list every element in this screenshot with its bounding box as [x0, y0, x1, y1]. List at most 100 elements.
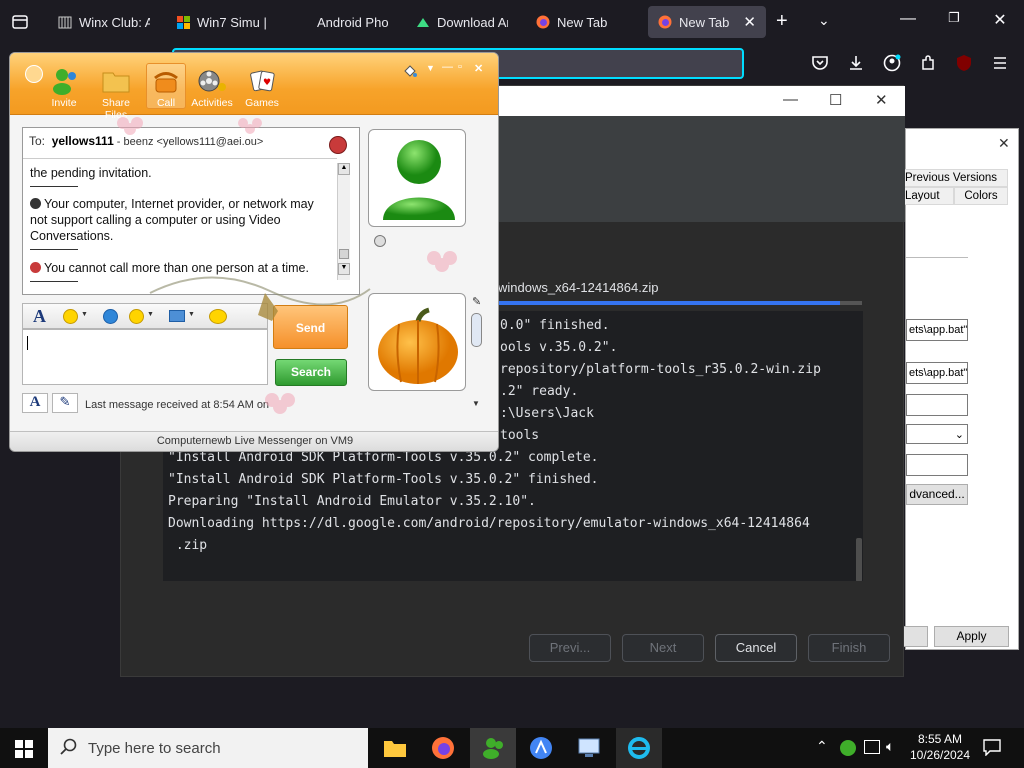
taskbar-file-explorer[interactable] — [372, 728, 418, 768]
conversation-scrollbar[interactable]: ▲ ▼ — [337, 163, 350, 280]
scroll-up-icon[interactable]: ▲ — [338, 163, 350, 175]
webcam-icon[interactable] — [471, 313, 482, 347]
games-button[interactable]: ♥ Games — [238, 67, 286, 109]
film-reel-icon — [197, 67, 227, 95]
taskbar-search-box[interactable]: Type here to search — [48, 728, 368, 768]
menu-hamburger-icon[interactable] — [990, 54, 1010, 74]
tab-previous-versions[interactable]: Previous Versions — [900, 169, 1008, 187]
button-label: Send — [295, 321, 326, 335]
ublock-origin-icon[interactable] — [954, 54, 974, 74]
chevron-up-icon[interactable]: ⌃ — [816, 738, 828, 755]
call-button[interactable]: Call — [146, 63, 186, 109]
message-input[interactable] — [22, 329, 268, 385]
pocket-icon[interactable] — [810, 54, 830, 74]
firefox-icon — [432, 737, 454, 759]
font-style-icon[interactable]: A — [22, 393, 48, 413]
tab-layout[interactable]: Layout — [900, 187, 954, 205]
search-button[interactable]: Search — [275, 359, 347, 386]
console-line: ools v.35.0.2". — [500, 340, 618, 355]
nudge-icon[interactable] — [209, 309, 227, 324]
minimize-icon[interactable]: — — [442, 61, 453, 73]
taskbar-remote-desktop[interactable] — [566, 728, 612, 768]
contact-status-icon[interactable] — [374, 235, 386, 247]
restore-icon[interactable]: ❐ — [942, 10, 966, 26]
paint-bucket-icon[interactable] — [402, 63, 418, 79]
windows-start-icon[interactable] — [15, 740, 33, 758]
tab-overflow-chevron-icon[interactable]: ⌄ — [818, 12, 830, 29]
wink-icon[interactable] — [129, 309, 144, 324]
minimize-icon[interactable]: — — [896, 10, 920, 28]
close-tab-icon[interactable]: ✕ — [743, 13, 756, 31]
tab-colors[interactable]: Colors — [954, 187, 1008, 205]
downloads-icon[interactable] — [846, 54, 866, 74]
tab-new-tab[interactable]: New Tab — [526, 6, 638, 38]
start-in-field[interactable]: ets\app.bat" — [906, 362, 968, 384]
cancel-button[interactable]: Cancel — [715, 634, 797, 662]
share-files-button[interactable]: Share Files — [92, 67, 140, 121]
finish-button[interactable]: Finish — [808, 634, 890, 662]
network-icon[interactable] — [864, 740, 880, 754]
taskbar-clock[interactable]: 8:55 AM 10/26/2024 — [908, 731, 972, 763]
tab-label: Previous Versions — [905, 172, 998, 184]
tab-android-phone[interactable]: Android Phone — [286, 6, 398, 38]
tab-new-tab-active[interactable]: New Tab ✕ — [648, 6, 766, 38]
volume-icon[interactable]: 🔈︎ — [886, 738, 894, 755]
scroll-thumb[interactable] — [339, 249, 349, 259]
background-icon[interactable] — [169, 310, 185, 322]
menu-chevron-icon[interactable]: ▼ — [426, 63, 435, 73]
tab-winx[interactable]: Winx Club: Av — [48, 6, 160, 38]
close-icon[interactable]: ✕ — [875, 91, 888, 109]
new-tab-plus-icon[interactable]: + — [776, 10, 788, 33]
taskbar-messenger[interactable] — [470, 728, 516, 768]
chevron-down-icon[interactable]: ▼ — [147, 311, 154, 318]
comment-field[interactable] — [906, 454, 968, 476]
block-contact-icon[interactable] — [329, 136, 347, 154]
close-icon[interactable]: ✕ — [474, 62, 483, 75]
button-label: Finish — [831, 640, 867, 655]
chevron-down-icon[interactable]: ▼ — [188, 311, 195, 318]
cancel-button-partial[interactable] — [902, 626, 928, 647]
emoticon-icon[interactable] — [63, 309, 78, 324]
taskbar-android-studio[interactable] — [518, 728, 564, 768]
contact-avatar[interactable] — [368, 129, 466, 227]
chevron-down-icon[interactable]: ▼ — [472, 399, 480, 408]
messenger-tray-icon[interactable] — [840, 740, 856, 756]
extensions-icon[interactable] — [918, 54, 938, 74]
maximize-icon[interactable]: ☐ — [829, 91, 842, 109]
edit-pencil-icon[interactable]: ✎ — [472, 295, 481, 308]
tab-download-android[interactable]: Download And — [406, 6, 518, 38]
tab-list-icon[interactable] — [10, 12, 30, 32]
font-icon[interactable]: A — [33, 306, 46, 327]
activities-button[interactable]: Activities — [188, 67, 236, 109]
notifications-icon[interactable] — [982, 738, 1002, 757]
voice-clip-icon[interactable] — [103, 309, 118, 324]
taskbar-internet-explorer[interactable] — [616, 728, 662, 768]
recipient-detail: - beenz <yellows111@aei.ou> — [113, 136, 264, 148]
button-label: Cancel — [735, 640, 777, 655]
target-field[interactable]: ets\app.bat" — [906, 319, 968, 341]
handwriting-icon[interactable]: ✎ — [52, 393, 78, 413]
console-scrollbar[interactable] — [856, 538, 862, 581]
account-icon[interactable] — [882, 54, 902, 74]
minimize-icon[interactable]: — — [783, 91, 798, 108]
close-icon[interactable]: ✕ — [998, 135, 1010, 152]
my-avatar[interactable] — [368, 293, 466, 391]
advanced-button[interactable]: dvanced... — [906, 484, 968, 505]
maximize-icon[interactable]: ▫ — [458, 61, 462, 73]
close-window-icon[interactable]: ✕ — [988, 10, 1012, 30]
apply-button[interactable]: Apply — [934, 626, 1009, 647]
chevron-down-icon[interactable]: ▼ — [81, 311, 88, 318]
console-line: :\Users\Jack — [500, 406, 594, 421]
next-button[interactable]: Next — [622, 634, 704, 662]
divider — [23, 158, 337, 159]
taskbar-firefox[interactable] — [420, 728, 466, 768]
send-button[interactable]: Send — [273, 305, 348, 349]
button-label: Previ... — [549, 640, 591, 655]
run-select[interactable]: ⌄ — [906, 424, 968, 444]
format-toolbar: A ▼ ▼ ▼ — [22, 303, 268, 329]
scroll-down-icon[interactable]: ▼ — [338, 263, 350, 275]
shortcut-key-field[interactable] — [906, 394, 968, 416]
previous-button[interactable]: Previ... — [529, 634, 611, 662]
invite-button[interactable]: Invite — [40, 67, 88, 109]
tab-win7-simu[interactable]: Win7 Simu | A — [166, 6, 278, 38]
